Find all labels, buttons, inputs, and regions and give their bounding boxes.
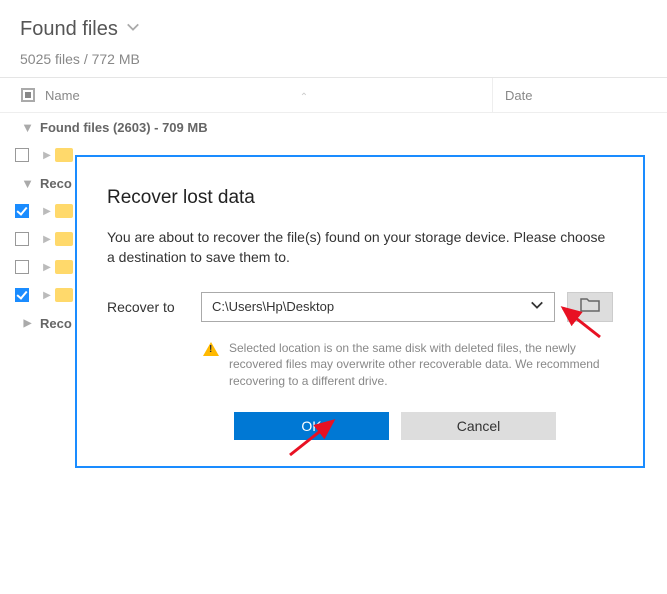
- expand-icon[interactable]: ▶: [39, 150, 55, 161]
- recover-to-label: Recover to: [107, 299, 189, 315]
- cancel-button[interactable]: Cancel: [401, 412, 556, 440]
- destination-select[interactable]: C:\Users\Hp\Desktop: [201, 292, 555, 322]
- page-header: Found files 5025 files / 772 MB: [0, 0, 667, 77]
- group-label: Reco: [40, 316, 72, 331]
- folder-icon: [55, 148, 73, 162]
- folder-icon: [55, 288, 73, 302]
- folder-icon: [580, 296, 600, 317]
- folder-icon: [55, 204, 73, 218]
- column-name[interactable]: Name⌃: [40, 88, 492, 103]
- row-checkbox[interactable]: [15, 288, 29, 302]
- dialog-body: You are about to recover the file(s) fou…: [107, 227, 613, 268]
- ok-button[interactable]: OK: [234, 412, 389, 440]
- select-all-checkbox[interactable]: [15, 88, 40, 102]
- chevron-down-icon: [530, 298, 544, 315]
- collapse-icon[interactable]: ▼: [15, 120, 40, 135]
- page-title: Found files: [20, 18, 118, 41]
- expand-icon[interactable]: ▶: [39, 206, 55, 217]
- row-checkbox[interactable]: [15, 232, 29, 246]
- expand-icon[interactable]: ▶: [39, 290, 55, 301]
- sort-caret-icon: ⌃: [300, 92, 308, 103]
- group-found-files[interactable]: ▼ Found files (2603) - 709 MB: [0, 113, 667, 141]
- browse-button[interactable]: [567, 292, 613, 322]
- collapse-icon[interactable]: ▼: [15, 176, 40, 191]
- destination-path: C:\Users\Hp\Desktop: [212, 299, 334, 314]
- warning-icon: [203, 342, 219, 356]
- folder-icon: [55, 260, 73, 274]
- dialog-title: Recover lost data: [107, 187, 613, 209]
- table-header: Name⌃ Date: [0, 77, 667, 113]
- column-date[interactable]: Date: [492, 78, 652, 112]
- page-subtitle: 5025 files / 772 MB: [20, 51, 647, 67]
- folder-icon: [55, 232, 73, 246]
- chevron-down-icon[interactable]: [126, 20, 140, 39]
- warning-text: Selected location is on the same disk wi…: [229, 340, 613, 390]
- expand-icon[interactable]: ▶: [39, 262, 55, 273]
- expand-icon[interactable]: ▶: [15, 318, 40, 329]
- expand-icon[interactable]: ▶: [39, 234, 55, 245]
- group-label: Reco: [40, 176, 72, 191]
- recover-dialog: Recover lost data You are about to recov…: [75, 155, 645, 468]
- row-checkbox[interactable]: [15, 260, 29, 274]
- row-checkbox[interactable]: [15, 204, 29, 218]
- group-label: Found files (2603) - 709 MB: [40, 120, 208, 135]
- row-checkbox[interactable]: [15, 148, 29, 162]
